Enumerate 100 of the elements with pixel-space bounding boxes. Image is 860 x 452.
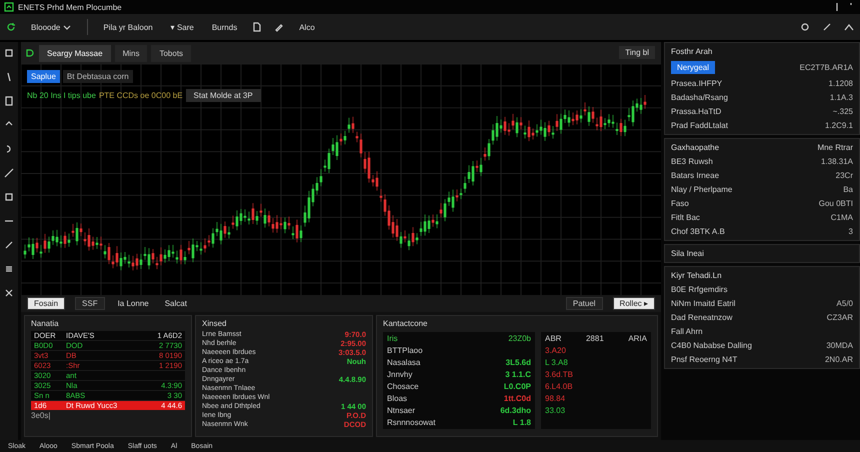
chart-tab[interactable]: Seargy Massae xyxy=(39,44,111,62)
section-title: Kiyr Tehadi.Ln xyxy=(671,271,722,280)
table-cell: Chosace xyxy=(387,382,419,391)
item-value: Ba xyxy=(843,185,853,194)
item-name[interactable]: BE3 Ruwsh xyxy=(671,157,713,166)
item-name[interactable]: Fitlt Bac xyxy=(671,213,700,222)
toolbar-button[interactable]: Alco xyxy=(296,20,318,34)
column-header: ARIA xyxy=(628,334,647,343)
chart-tab[interactable]: Mins xyxy=(114,44,148,62)
chart-legend: Nb 20 Ins I tips ube xyxy=(27,91,96,100)
table-cell: 6.L4.0B xyxy=(545,382,573,391)
table-cell: BTTPlaoo xyxy=(387,346,423,355)
section-title: Sila Ineai xyxy=(671,249,704,258)
chart-tab[interactable]: Tobots xyxy=(151,44,192,62)
panel-tab[interactable]: Patuel xyxy=(566,297,603,310)
item-value: 1.1208 xyxy=(828,79,853,88)
table-cell: 3L5.6d xyxy=(506,358,531,367)
app-icon xyxy=(4,2,14,12)
table-cell: 6d.3dho xyxy=(500,406,531,415)
item-name[interactable]: Dad Reneatnzow xyxy=(671,313,732,322)
table-cell: L0.C0P xyxy=(504,382,531,391)
table-cell: 3.A20 xyxy=(545,346,566,355)
item-name[interactable]: Nlay / Pherlpame xyxy=(671,185,732,194)
item-value: C1MA xyxy=(830,213,853,222)
item-name[interactable]: Faso xyxy=(671,199,689,208)
document-icon[interactable] xyxy=(252,22,262,32)
legend-values: PTE CCDs oe 0C00 bE xyxy=(98,91,183,100)
column-header: 2881 xyxy=(586,334,604,343)
panel-title: Kantactcone xyxy=(383,319,428,328)
table-cell: Bloas xyxy=(387,394,408,403)
item-name[interactable]: Chof 3BTK A.B xyxy=(671,227,725,236)
toolbar-button[interactable]: Ia Lonne xyxy=(114,297,152,310)
item-value: 1.2C9.1 xyxy=(824,121,853,130)
table-cell: Jnnvhy xyxy=(387,370,412,379)
item-value: A5/0 xyxy=(836,299,853,308)
item-value: ~.325 xyxy=(832,107,853,116)
item-value: 1.38.31A xyxy=(820,157,853,166)
chevron-icon[interactable] xyxy=(844,22,854,32)
table-cell: 33.03 xyxy=(545,406,566,415)
symbol-tag[interactable]: Saplue xyxy=(27,70,60,83)
table-cell: 98.84 xyxy=(545,394,566,403)
item-name[interactable]: Fall Ahrn xyxy=(671,327,703,336)
item-value: 3 xyxy=(848,227,853,236)
panel-tab[interactable]: Rollec ▸ xyxy=(612,297,655,310)
toolbar-button[interactable]: Salcat xyxy=(162,297,190,310)
drawing-tool-icon[interactable] xyxy=(4,48,14,58)
item-name[interactable]: Batars Irneae xyxy=(671,171,720,180)
table-cell: 3.6d.TB xyxy=(545,370,574,379)
item-value: EC2T7B.AR1A xyxy=(800,63,853,72)
item-name[interactable]: Prasea.IHFPY xyxy=(671,79,722,88)
table-cell: L 1.8 xyxy=(512,418,531,427)
item-value: CZ3AR xyxy=(826,313,853,322)
panel-tab[interactable]: Fosain xyxy=(27,297,66,310)
tag[interactable]: Nerygeal xyxy=(671,61,716,74)
footer-text: 3e0s| xyxy=(31,411,52,420)
logo-icon xyxy=(25,48,35,58)
item-name[interactable]: Pnsf Reoerng N4T xyxy=(671,355,738,364)
column-header: Iris xyxy=(387,334,398,343)
table-cell: 3 1.1.C xyxy=(505,370,531,379)
drawing-tool-icon[interactable] xyxy=(4,168,14,178)
table-cell: Rsnnnosowat xyxy=(387,418,436,427)
pen-icon[interactable] xyxy=(274,22,284,32)
table-cell: L 3.A8 xyxy=(545,358,568,367)
table-cell: 1tt.C0d xyxy=(504,394,531,403)
line-tool-icon[interactable] xyxy=(822,22,832,32)
item-name[interactable]: NiNm Imaitd Eatril xyxy=(671,299,736,308)
item-value: 30MDA xyxy=(826,341,853,350)
section-title: Gaxhaopathe xyxy=(671,143,720,152)
item-value: 1.1A.3 xyxy=(830,93,853,102)
table-cell: Nasalasa xyxy=(387,358,420,367)
drawing-tool-icon[interactable] xyxy=(4,240,14,250)
item-name[interactable]: Badasha/Rsang xyxy=(671,93,728,102)
symbol-dropdown[interactable]: Blooode xyxy=(28,20,76,34)
panel-title: Xinsed xyxy=(202,319,228,328)
table-cell: Ntnsaer xyxy=(387,406,416,415)
section-title: Fosthr Arah xyxy=(671,47,712,56)
header-button[interactable]: Ting bl xyxy=(619,46,655,59)
item-name[interactable]: C4B0 Nababse Dalling xyxy=(671,341,752,350)
toolbar-button[interactable]: ▾ Sare xyxy=(168,20,197,34)
column-header: ABR xyxy=(545,334,562,343)
drawing-tool-icon[interactable] xyxy=(4,288,14,298)
panel-tab[interactable]: SSF xyxy=(75,297,105,310)
drawing-tool-icon[interactable] xyxy=(4,192,14,202)
column-header: 23Z0b xyxy=(508,334,531,343)
refresh-icon[interactable] xyxy=(6,22,16,32)
item-name[interactable]: B0E Rrfgemdirs xyxy=(671,285,728,294)
symbol-name: Bt Debtasua corn xyxy=(62,70,133,83)
drawing-tool-icon[interactable] xyxy=(4,264,14,274)
panel-title: Nanatia xyxy=(31,319,60,328)
window-title: ENETS Prhd Mem Plocumbe xyxy=(18,2,122,12)
toolbar-button[interactable]: Burnds xyxy=(208,20,240,34)
toolbar-button[interactable]: Pila yr Baloon xyxy=(100,20,156,34)
mode-button[interactable]: Stat Molde at 3P xyxy=(186,89,261,102)
item-name[interactable]: Prassa.HaTtD xyxy=(671,107,722,116)
item-value: Gou 0BTI xyxy=(818,199,853,208)
item-value: 23Cr xyxy=(836,171,853,180)
item-name[interactable]: Prad FaddLtalat xyxy=(671,121,728,130)
section-label: Mne Rtrar xyxy=(817,143,853,152)
drawing-tool-icon[interactable] xyxy=(4,96,14,106)
item-value: 2N0.AR xyxy=(824,355,853,364)
